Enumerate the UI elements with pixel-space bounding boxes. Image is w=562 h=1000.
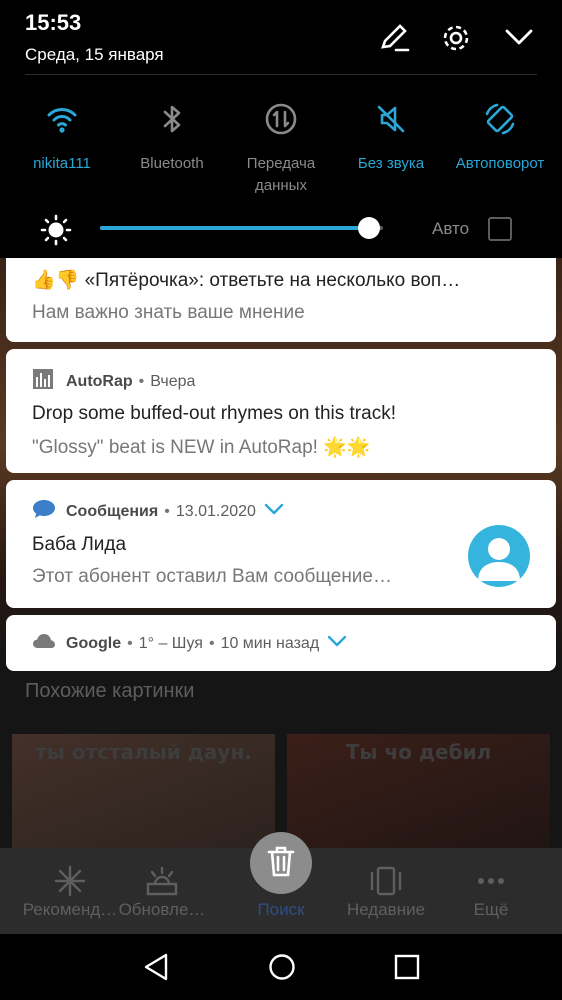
system-navigation-bar — [0, 934, 562, 1000]
notification-text: Нам важно знать ваше мнение — [32, 302, 305, 323]
notification-app-name: Google — [66, 634, 122, 652]
expand-chevron-icon[interactable] — [264, 502, 284, 521]
separator-dot: • — [164, 502, 170, 520]
qs-tile-autorotate[interactable]: Автоповорот — [444, 102, 556, 175]
bar-chart-app-icon — [32, 368, 54, 395]
qs-tile-silent[interactable]: Без звука — [335, 102, 447, 175]
updates-icon — [106, 848, 218, 900]
bluetooth-icon — [116, 102, 228, 146]
notification-title: Баба Лида — [32, 534, 127, 555]
tab-label: Ещё — [473, 900, 509, 919]
thumbnail-caption: Ты чо дебил — [345, 740, 492, 764]
similar-images-title: Похожие картинки — [25, 680, 195, 702]
brightness-slider[interactable] — [100, 226, 383, 230]
trash-icon — [266, 845, 296, 882]
tab-recent[interactable]: Недавние — [330, 848, 442, 934]
mobile-data-icon — [225, 102, 337, 146]
date: Среда, 15 января — [25, 45, 164, 64]
brightness-sun-icon — [40, 214, 72, 251]
qs-label: Без звука — [357, 155, 425, 172]
home-icon[interactable] — [267, 952, 297, 987]
contact-avatar — [468, 525, 530, 587]
weather-summary: 1° – Шуя — [138, 634, 203, 652]
mute-icon — [335, 102, 447, 146]
tab-label: Поиск — [257, 900, 305, 919]
notification-google[interactable]: Google • 1° – Шуя • 10 мин назад — [6, 615, 556, 671]
image-thumbnail[interactable]: Ты чо дебил — [287, 734, 550, 866]
notification-messages[interactable]: Сообщения • 13.01.2020 Баба Лида Этот аб… — [6, 480, 556, 608]
cloud-weather-icon — [32, 632, 56, 655]
back-icon[interactable] — [142, 952, 170, 987]
qs-label: Передача данных — [246, 155, 316, 194]
tab-updates[interactable]: Обновле… — [106, 848, 218, 934]
chat-bubble-app-icon — [32, 498, 56, 525]
notification-pyaterochka[interactable]: 👍👎 «Пятёрочка»: ответьте на несколько во… — [6, 258, 556, 342]
notification-app-name: AutoRap — [66, 372, 133, 390]
thumbnail-caption: ты отсталый даун. — [35, 740, 252, 764]
notification-shade-header: 15:53 Среда, 15 января nikita111 Bluetoo… — [0, 0, 562, 258]
separator-dot: • — [138, 372, 145, 390]
tab-label: Обновле… — [118, 900, 206, 919]
notification-time: Вчера — [150, 372, 196, 390]
notification-title: 👍👎 «Пятёрочка»: ответьте на несколько во… — [32, 270, 461, 291]
expand-chevron-icon[interactable] — [327, 634, 347, 653]
clear-all-notifications-button[interactable] — [250, 832, 312, 894]
qs-tile-wifi[interactable]: nikita111 — [6, 102, 118, 175]
tab-more[interactable]: Ещё — [435, 848, 547, 934]
auto-brightness-checkbox[interactable] — [488, 217, 512, 241]
settings-gear-icon[interactable] — [440, 22, 472, 59]
tab-label: Недавние — [346, 900, 426, 919]
notification-app-name: Сообщения — [66, 502, 159, 520]
clock: 15:53 — [25, 10, 82, 35]
separator-dot: • — [127, 634, 133, 652]
qs-label: nikita111 — [33, 155, 91, 172]
brightness-slider-thumb[interactable] — [357, 217, 380, 239]
recent-icon — [330, 848, 442, 900]
auto-rotate-icon — [444, 102, 556, 146]
person-icon — [468, 538, 530, 587]
auto-brightness-label: Авто — [432, 219, 470, 238]
notification-app-row: AutoRap • Вчера — [32, 368, 195, 395]
wifi-icon — [6, 102, 118, 146]
image-thumbnail[interactable]: ты отсталый даун. — [12, 734, 275, 866]
notification-time: 13.01.2020 — [175, 502, 256, 520]
collapse-chevron-icon[interactable] — [504, 22, 534, 57]
qs-tile-bluetooth[interactable]: Bluetooth — [116, 102, 228, 175]
qs-tile-mobile-data[interactable]: Передача данных — [225, 102, 337, 197]
qs-label: Bluetooth — [140, 155, 204, 172]
notification-app-row: Google • 1° – Шуя • 10 мин назад — [32, 632, 347, 655]
qs-label: Автоповорот — [455, 155, 545, 172]
more-dots-icon — [435, 848, 547, 900]
notification-app-row: Сообщения • 13.01.2020 — [32, 498, 284, 525]
recents-square-icon[interactable] — [393, 952, 421, 987]
notification-title: Drop some buffed-out rhymes on this trac… — [32, 403, 396, 424]
separator-dot: • — [208, 634, 215, 652]
edit-pencil-icon[interactable] — [378, 22, 410, 59]
divider — [25, 74, 537, 75]
notification-time: 10 мин назад — [220, 634, 320, 652]
notification-text: Этот абонент оставил Вам сообщение… — [32, 566, 392, 587]
notification-autorap[interactable]: AutoRap • Вчера Drop some buffed-out rhy… — [6, 349, 556, 473]
brightness-fill — [100, 226, 369, 230]
notification-text: "Glossy" beat is NEW in AutoRap! 🌟🌟 — [32, 437, 371, 458]
